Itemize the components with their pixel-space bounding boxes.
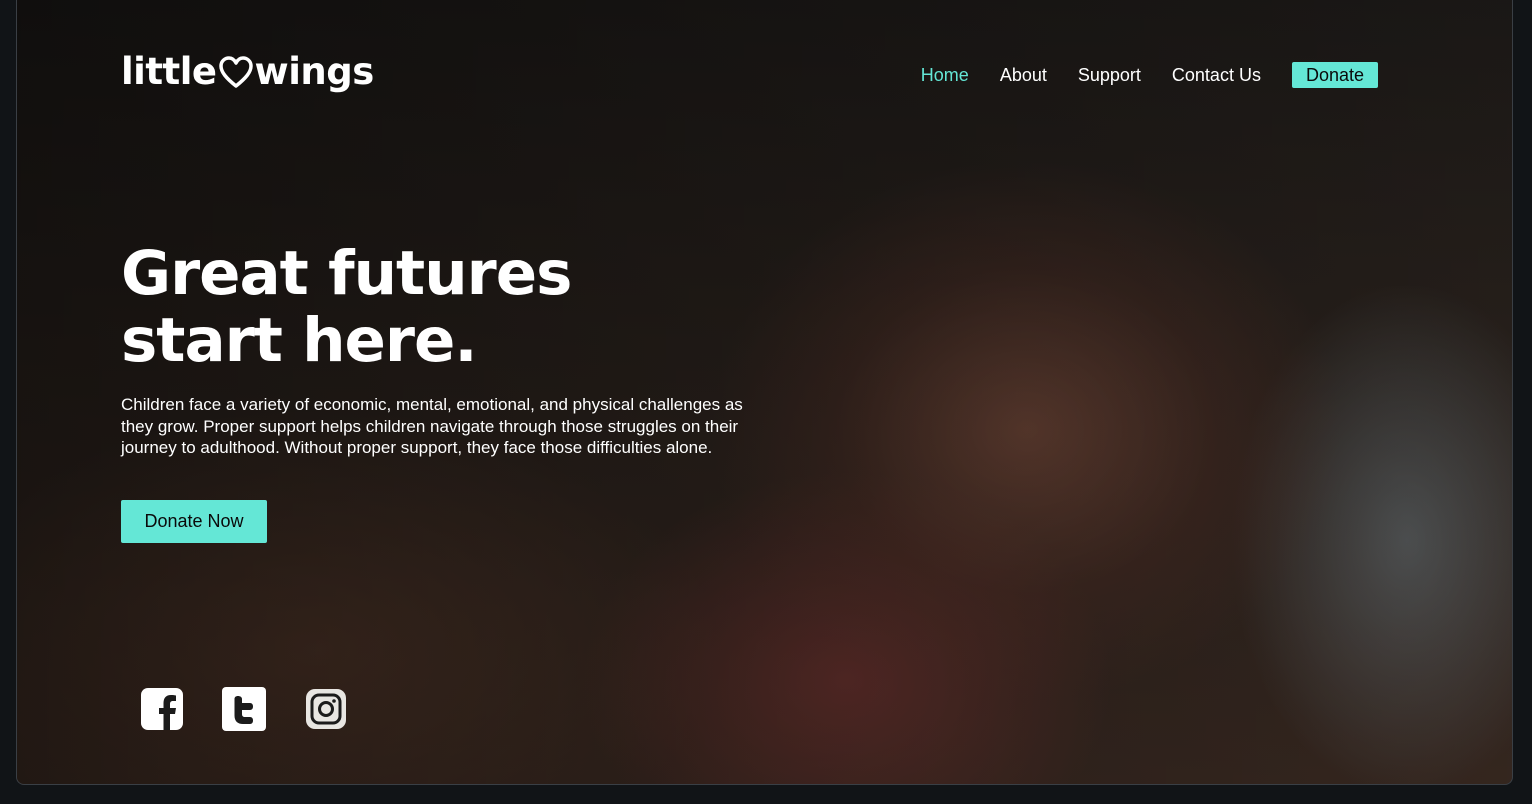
nav-support-link[interactable]: Support [1078,65,1141,86]
nav-home-link[interactable]: Home [921,65,969,86]
twitter-icon[interactable] [221,686,267,732]
hero-description: Children face a variety of economic, men… [121,395,743,457]
background-photo [17,0,1512,784]
heart-outline-icon [218,55,253,88]
nav-contact-link[interactable]: Contact Us [1172,65,1261,86]
social-links [139,686,349,732]
hero-section: little wings Home About Support Contact … [16,0,1513,785]
main-nav: Home About Support Contact Us Donate [921,62,1378,88]
logo[interactable]: little wings [121,50,374,93]
hero-title: Great futures start here. [121,238,572,376]
logo-text-wings: wings [254,50,375,93]
logo-text-little: little [121,50,217,93]
instagram-icon[interactable] [303,686,349,732]
facebook-icon[interactable] [139,686,185,732]
donate-now-button[interactable]: Donate Now [121,500,267,543]
nav-about-link[interactable]: About [1000,65,1047,86]
nav-donate-button[interactable]: Donate [1291,62,1378,88]
